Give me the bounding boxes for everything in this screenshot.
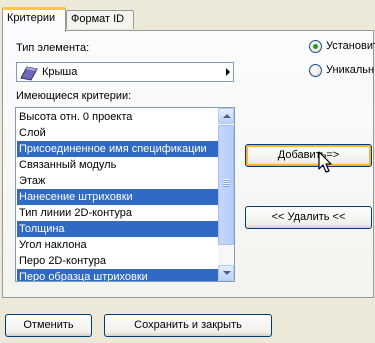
element-type-dropdown[interactable]: Крыша — [16, 62, 234, 82]
radio-unique-label: Уникальн — [326, 64, 375, 76]
list-item[interactable]: Тип линии 2D-контура — [17, 205, 218, 221]
list-item[interactable]: Нанесение штриховки — [17, 189, 218, 205]
list-item[interactable]: Перо образца штриховки — [17, 269, 218, 281]
cancel-button[interactable]: Отменить — [5, 314, 92, 337]
criteria-items: Высота отн. 0 проекта Слой Присоединенно… — [17, 109, 218, 281]
scroll-up-button[interactable] — [218, 108, 234, 124]
mouse-cursor-icon — [318, 151, 332, 173]
radio-set-label: Установит — [326, 40, 375, 52]
list-item[interactable]: Перо 2D-контура — [17, 253, 218, 269]
criteria-label: Имеющиеся критерии: — [16, 90, 132, 102]
scroll-thumb[interactable] — [218, 125, 234, 245]
list-item[interactable]: Высота отн. 0 проекта — [17, 109, 218, 125]
radio-checked-dot — [313, 44, 318, 49]
radio-circle[interactable] — [309, 64, 322, 77]
list-item[interactable]: Связанный модуль — [17, 157, 218, 173]
scroll-down-button[interactable] — [218, 265, 234, 281]
radio-circle[interactable] — [309, 40, 322, 53]
criteria-list[interactable]: Высота отн. 0 проекта Слой Присоединенно… — [15, 107, 235, 282]
list-item[interactable]: Слой — [17, 125, 218, 141]
list-item[interactable]: Этаж — [17, 173, 218, 189]
list-item[interactable]: Толщина — [17, 221, 218, 237]
list-item[interactable]: Присоединенное имя спецификации — [17, 141, 218, 157]
remove-button[interactable]: << Удалить << — [245, 206, 372, 229]
element-type-value: Крыша — [42, 66, 78, 78]
chevron-right-icon[interactable] — [226, 68, 230, 76]
criteria-scrollbar[interactable] — [218, 108, 234, 281]
list-item[interactable]: Угол наклона — [17, 237, 218, 253]
add-button[interactable]: Добавить=> — [245, 144, 372, 167]
chevron-up-icon — [223, 114, 231, 118]
element-type-label: Тип элемента: — [16, 42, 90, 54]
roof-icon — [20, 66, 38, 81]
grip-icon — [223, 179, 230, 187]
save-close-button[interactable]: Сохранить и закрыть — [104, 314, 272, 337]
chevron-down-icon — [223, 271, 231, 275]
